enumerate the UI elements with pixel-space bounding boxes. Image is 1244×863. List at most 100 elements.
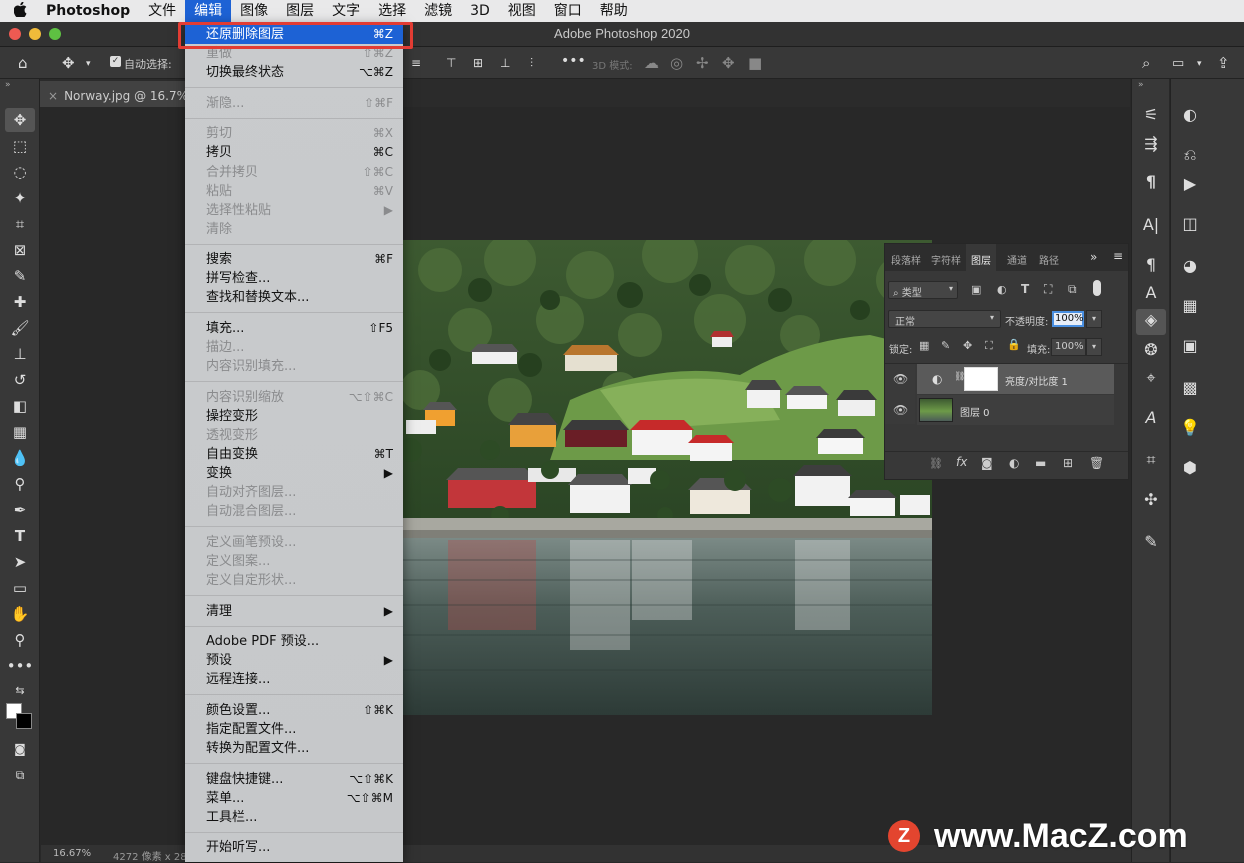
share-icon[interactable]: ⇪ xyxy=(1217,54,1230,72)
close-tab-icon[interactable]: × xyxy=(48,89,58,103)
tab-paragraph-styles[interactable]: 段落样 xyxy=(891,252,921,267)
path-selection-tool-icon[interactable]: ➤ xyxy=(5,550,35,574)
new-layer-icon[interactable]: ⊞ xyxy=(1063,456,1073,470)
brush-presets-icon[interactable]: ⇶ xyxy=(1139,133,1163,155)
filter-smart-object-icon[interactable]: ⧉ xyxy=(1068,282,1077,297)
menu-item[interactable]: 拷贝 ⌘C xyxy=(185,143,403,162)
menu-item[interactable]: 清理 ▶ xyxy=(185,602,403,621)
gradients-icon[interactable]: ▣ xyxy=(1178,335,1202,357)
lock-position-icon[interactable]: ✥ xyxy=(963,339,972,352)
crop-icon[interactable]: ⌗ xyxy=(1139,449,1163,471)
type-tool-icon[interactable]: T xyxy=(5,524,35,548)
brush-icon[interactable]: ✎ xyxy=(1139,531,1163,553)
align-middle-icon[interactable]: ⊞ xyxy=(473,56,483,70)
new-adjustment-icon[interactable]: ◐ xyxy=(1009,456,1019,470)
history-brush-tool-icon[interactable]: ↺ xyxy=(5,368,35,392)
opacity-slider-toggle[interactable]: ▾ xyxy=(1086,310,1102,328)
menu-item[interactable]: 预设 ▶ xyxy=(185,651,403,670)
menubar-item[interactable]: 窗口 xyxy=(545,0,591,22)
puzzle-icon[interactable]: ✣ xyxy=(1139,489,1163,511)
3d-orbit-icon[interactable]: ☁ xyxy=(644,54,659,72)
menubar-item[interactable]: 图层 xyxy=(277,0,323,22)
3d-roll-icon[interactable]: ◎ xyxy=(670,54,683,72)
collapse-panel-icon[interactable]: » xyxy=(5,80,11,90)
magic-wand-tool-icon[interactable]: ✦ xyxy=(5,186,35,210)
menu-app-name[interactable]: Photoshop xyxy=(40,0,139,22)
screen-mode-icon[interactable]: ⧉ xyxy=(5,763,35,787)
brush-tool-icon[interactable]: 🖌 xyxy=(5,316,35,340)
menu-item[interactable]: 搜索 ⌘F xyxy=(185,250,403,269)
lock-transparent-icon[interactable]: ▦ xyxy=(919,339,929,352)
color-icon[interactable]: ◐ xyxy=(1178,104,1202,126)
blur-tool-icon[interactable]: 💧 xyxy=(5,446,35,470)
frame-tool-icon[interactable]: ⊠ xyxy=(5,238,35,262)
fill-input[interactable]: 100% xyxy=(1051,338,1086,356)
lasso-tool-icon[interactable]: ◌ xyxy=(5,160,35,184)
tab-paths[interactable]: 路径 xyxy=(1039,252,1059,267)
filter-type-icon[interactable]: T xyxy=(1021,282,1029,296)
menu-item[interactable]: 变换 ▶ xyxy=(185,464,403,483)
crop-tool-icon[interactable]: ⌗ xyxy=(5,212,35,236)
layer-thumbnail[interactable] xyxy=(919,398,953,422)
link-layers-icon[interactable]: ⛓ xyxy=(929,457,943,470)
move-tool-icon[interactable]: ✥ xyxy=(5,108,35,132)
search-icon[interactable]: ⌕ xyxy=(1142,54,1150,72)
hand-tool-icon[interactable]: ✋ xyxy=(5,602,35,626)
lock-image-icon[interactable]: ✎ xyxy=(941,339,950,352)
paragraph-styles-icon[interactable]: ¶ xyxy=(1139,254,1163,276)
zoom-tool-icon[interactable]: ⚲ xyxy=(5,628,35,652)
layer-visibility-eye-icon[interactable]: 👁 xyxy=(893,403,908,417)
character-icon[interactable]: A| xyxy=(1139,214,1163,236)
canvas-image[interactable] xyxy=(400,240,932,715)
menubar-item[interactable]: 文字 xyxy=(323,0,369,22)
collapse-panels-icon[interactable]: » xyxy=(1138,80,1144,90)
zoom-level[interactable]: 16.67% xyxy=(53,848,91,859)
menu-item[interactable]: 菜单... ⌥⇧⌘M xyxy=(185,789,403,808)
menu-item[interactable]: 指定配置文件... xyxy=(185,720,403,739)
blend-mode-select[interactable]: 正常 ▾ xyxy=(888,310,1001,328)
menubar-item[interactable]: 编辑 xyxy=(185,0,232,22)
gradient-tool-icon[interactable]: ▦ xyxy=(5,420,35,444)
layer-row[interactable]: 图层 0 xyxy=(917,395,1114,425)
menu-item[interactable]: 切换最终状态 ⌥⌘Z xyxy=(185,63,403,82)
align-top-icon[interactable]: ⊤ xyxy=(446,56,456,70)
dodge-tool-icon[interactable]: ⚲ xyxy=(5,472,35,496)
brush-settings-icon[interactable]: ⚟ xyxy=(1139,104,1163,126)
libraries-icon[interactable]: ⬢ xyxy=(1178,457,1202,479)
tab-layers[interactable]: 图层 xyxy=(966,244,996,271)
new-group-icon[interactable]: ▬ xyxy=(1035,456,1046,470)
workspace-icon[interactable]: ▭ xyxy=(1172,56,1184,71)
menu-item[interactable]: 转换为配置文件... xyxy=(185,739,403,758)
paragraph-icon[interactable]: ¶ xyxy=(1139,171,1163,193)
menu-item[interactable]: 远程连接... xyxy=(185,670,403,689)
more-options-icon[interactable]: ••• xyxy=(561,53,586,69)
menu-item[interactable]: 开始听写... xyxy=(185,838,403,857)
menubar-item[interactable]: 3D xyxy=(461,0,499,22)
menu-item[interactable]: 拼写检查... xyxy=(185,269,403,288)
add-mask-icon[interactable]: ◙ xyxy=(981,456,993,470)
swap-colors-icon[interactable]: ⇆ xyxy=(5,679,35,703)
eraser-tool-icon[interactable]: ◧ xyxy=(5,394,35,418)
quick-mask-icon[interactable]: ◙ xyxy=(5,737,35,761)
menubar-item[interactable]: 选择 xyxy=(369,0,415,22)
menu-item[interactable]: 查找和替换文本... xyxy=(185,288,403,307)
history-icon[interactable]: ⎌ xyxy=(1178,144,1202,166)
eyedropper-tool-icon[interactable]: ✎ xyxy=(5,264,35,288)
healing-brush-tool-icon[interactable]: ✚ xyxy=(5,290,35,314)
distribute-icon[interactable]: ⫶ xyxy=(530,56,533,71)
auto-select-checkbox[interactable]: ✓ xyxy=(110,56,121,67)
menu-item[interactable]: 操控变形 xyxy=(185,407,403,426)
delete-layer-icon[interactable]: 🗑 xyxy=(1089,456,1104,470)
layer-mask-thumbnail[interactable] xyxy=(964,367,998,391)
lock-all-icon[interactable]: 🔒 xyxy=(1007,338,1021,351)
learn-icon[interactable]: 💡 xyxy=(1178,417,1202,439)
properties-icon[interactable]: ◫ xyxy=(1178,213,1202,235)
menubar-item[interactable]: 帮助 xyxy=(591,0,637,22)
document-tab[interactable]: × Norway.jpg @ 16.7% (亮 xyxy=(40,81,190,107)
menubar-item[interactable]: 滤镜 xyxy=(415,0,461,22)
menu-item[interactable]: 颜色设置... ⇧⌘K xyxy=(185,701,403,720)
3d-pan-icon[interactable]: ✢ xyxy=(696,54,709,72)
menubar-item[interactable]: 视图 xyxy=(499,0,545,22)
tab-channels[interactable]: 通道 xyxy=(1007,252,1027,267)
tab-character-styles[interactable]: 字符样 xyxy=(931,252,961,267)
